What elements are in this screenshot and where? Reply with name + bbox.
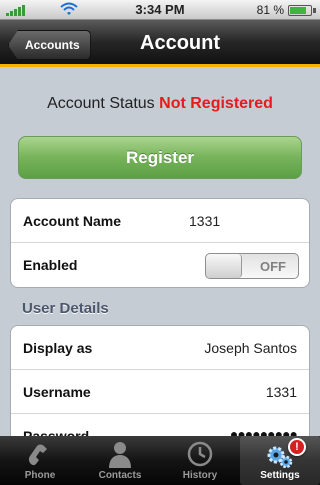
- password-label: Password: [23, 428, 90, 436]
- battery-icon: [288, 5, 312, 16]
- enabled-label: Enabled: [23, 257, 78, 273]
- user-details-header: User Details: [22, 300, 109, 317]
- page-title: Account: [140, 32, 220, 54]
- battery-percent: 81 %: [256, 3, 284, 17]
- account-status-value: Not Registered: [159, 95, 273, 112]
- password-value: ●●●●●●●●●: [229, 426, 298, 436]
- username-row[interactable]: Username 1331: [11, 370, 309, 414]
- register-button[interactable]: Register: [18, 136, 302, 179]
- account-content[interactable]: Account Status Not Registered Register A…: [0, 70, 320, 436]
- tab-settings-label: Settings: [260, 470, 300, 481]
- enabled-toggle[interactable]: OFF: [205, 253, 299, 279]
- back-button[interactable]: Accounts: [8, 30, 91, 60]
- username-label: Username: [23, 384, 91, 400]
- user-details-group: Display as Joseph Santos Username 1331 P…: [10, 325, 310, 436]
- phone-icon: [28, 444, 47, 466]
- display-as-label: Display as: [23, 340, 93, 356]
- account-status-label: Account Status: [47, 95, 155, 112]
- account-name-value: 1331: [189, 213, 221, 229]
- navigation-bar: Accounts Account: [0, 20, 320, 67]
- enabled-row: Enabled OFF: [11, 243, 309, 287]
- tab-phone-label: Phone: [24, 470, 56, 481]
- settings-alert-badge: !: [288, 438, 306, 456]
- display-as-value: Joseph Santos: [204, 340, 297, 356]
- password-row[interactable]: Password ●●●●●●●●●: [11, 414, 309, 436]
- contacts-icon: [109, 442, 131, 468]
- account-name-row[interactable]: Account Name 1331: [11, 199, 309, 243]
- battery-nub: [313, 8, 316, 13]
- tab-bar: Phone Contacts History ! Settings: [0, 436, 320, 485]
- tab-contacts-label: Contacts: [98, 470, 142, 481]
- toggle-knob[interactable]: [206, 254, 242, 278]
- tab-history-label: History: [182, 470, 218, 481]
- account-status: Account Status Not Registered: [0, 95, 320, 113]
- clock-icon: [187, 441, 213, 467]
- account-name-label: Account Name: [23, 213, 122, 229]
- tab-settings[interactable]: ! Settings: [240, 436, 320, 485]
- display-as-row[interactable]: Display as Joseph Santos: [11, 326, 309, 370]
- account-group: Account Name 1331 Enabled OFF: [10, 198, 310, 288]
- tab-phone[interactable]: Phone: [0, 436, 80, 485]
- status-bar: 3:34 PM 81 %: [0, 0, 320, 20]
- tab-contacts[interactable]: Contacts: [80, 436, 160, 485]
- username-value: 1331: [265, 384, 297, 400]
- tab-history[interactable]: History: [160, 436, 240, 485]
- toggle-state-text: OFF: [260, 259, 286, 274]
